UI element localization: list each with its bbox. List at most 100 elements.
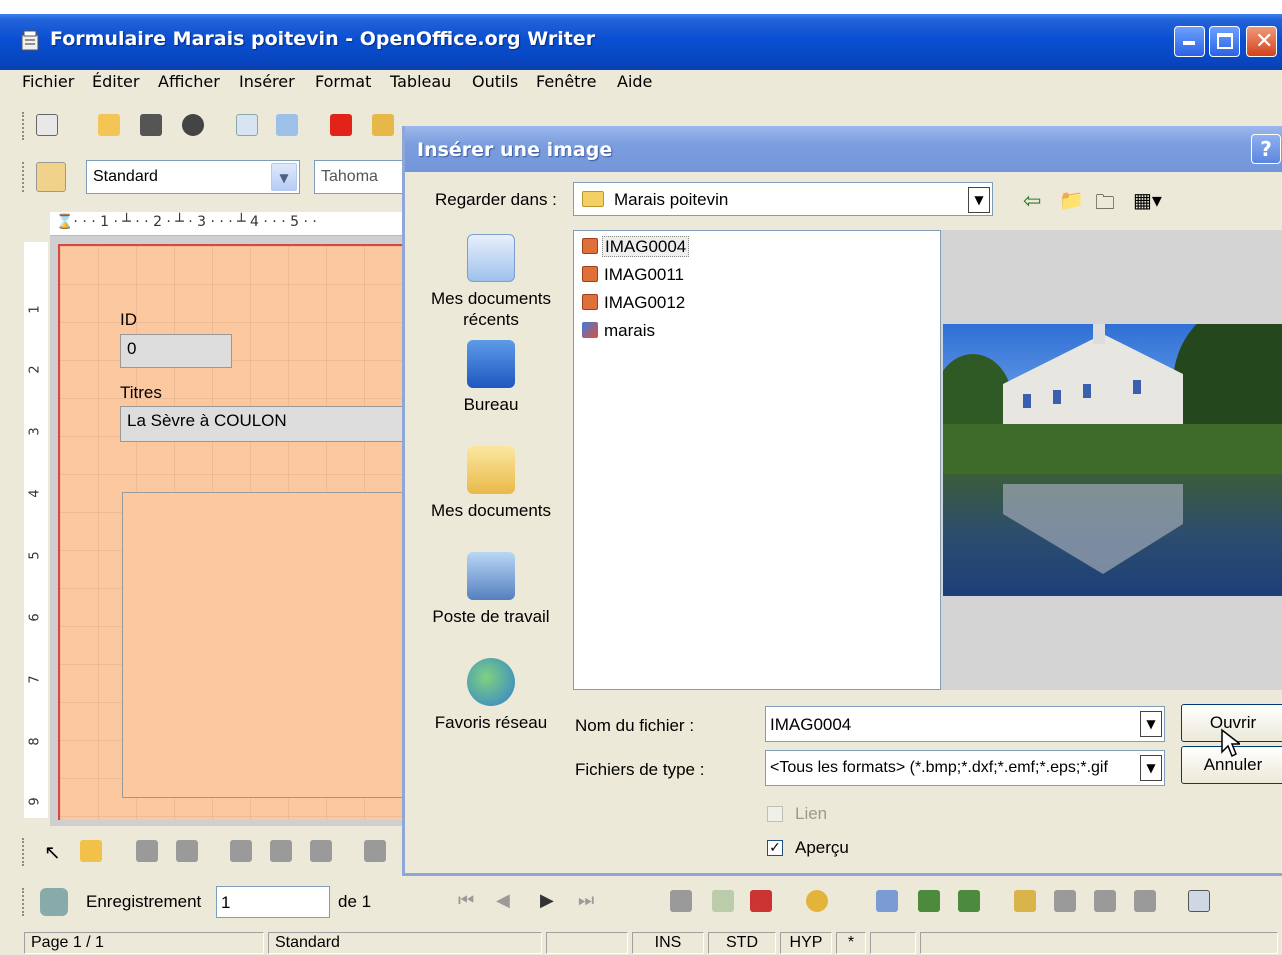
previous-record-icon[interactable]: ◀ bbox=[496, 890, 510, 911]
link-checkbox[interactable] bbox=[767, 806, 783, 822]
look-in-combo[interactable]: Marais poitevin ▼ bbox=[573, 182, 993, 216]
file-name-input[interactable]: IMAG0004 ▼ bbox=[765, 706, 1165, 742]
toolbar-grip[interactable] bbox=[22, 888, 26, 916]
image-preview bbox=[941, 230, 1282, 690]
image-file-icon bbox=[582, 294, 598, 310]
place-network[interactable]: Favoris réseau bbox=[421, 658, 561, 733]
preview-checkbox[interactable]: ✓ bbox=[767, 840, 783, 856]
back-arrow-icon[interactable]: ⇦ bbox=[1023, 188, 1041, 214]
menu-fenetre[interactable]: Fenêtre bbox=[536, 72, 597, 91]
new-document-icon[interactable] bbox=[36, 114, 58, 136]
id-field[interactable]: 0 bbox=[120, 334, 232, 368]
sort-descending-icon[interactable] bbox=[958, 890, 980, 912]
file-item-marais[interactable]: marais bbox=[582, 321, 657, 345]
status-bar: Page 1 / 1 Standard INS STD HYP * bbox=[0, 930, 1282, 955]
menu-tableau[interactable]: Tableau bbox=[390, 72, 451, 91]
last-record-icon[interactable]: ⏭ bbox=[578, 890, 594, 911]
menu-afficher[interactable]: Afficher bbox=[158, 72, 220, 91]
file-item-imag0011[interactable]: IMAG0011 bbox=[582, 265, 686, 289]
maximize-button[interactable] bbox=[1209, 26, 1240, 57]
close-document-icon[interactable] bbox=[182, 114, 204, 136]
font-name-value: Tahoma bbox=[321, 168, 378, 185]
place-my-documents[interactable]: Mes documents bbox=[421, 446, 561, 521]
apply-filter-icon[interactable] bbox=[1054, 890, 1076, 912]
preview-photo bbox=[943, 324, 1282, 596]
chevron-down-icon[interactable]: ▼ bbox=[1140, 755, 1162, 781]
file-item-imag0004[interactable]: IMAG0004 bbox=[582, 236, 690, 261]
menu-format[interactable]: Format bbox=[315, 72, 371, 91]
save-icon[interactable] bbox=[140, 114, 162, 136]
new-folder-icon[interactable]: 🗀 bbox=[1095, 188, 1115, 222]
status-zoom bbox=[546, 932, 628, 954]
paragraph-style-combo[interactable]: Standard ▼ bbox=[86, 160, 300, 194]
export-pdf-icon[interactable] bbox=[330, 114, 352, 136]
status-hyperlink-mode[interactable]: HYP bbox=[780, 932, 832, 954]
look-in-value: Marais poitevin bbox=[614, 190, 729, 209]
place-my-computer[interactable]: Poste de travail bbox=[421, 552, 561, 627]
chevron-down-icon[interactable]: ▼ bbox=[968, 187, 990, 213]
form-navigator-icon[interactable] bbox=[270, 840, 292, 862]
close-window-button[interactable]: ✕ bbox=[1246, 26, 1277, 57]
titres-field[interactable]: La Sèvre à COULON bbox=[120, 406, 410, 442]
edit-file-icon[interactable] bbox=[236, 114, 258, 136]
styles-formatting-icon[interactable] bbox=[36, 162, 66, 192]
status-insert-mode[interactable]: INS bbox=[632, 932, 704, 954]
minimize-button[interactable] bbox=[1174, 26, 1205, 57]
file-name: marais bbox=[604, 321, 656, 340]
file-list[interactable]: IMAG0004 IMAG0011 IMAG0012 marais bbox=[573, 230, 941, 690]
file-type-select[interactable]: <Tous les formats> (*.bmp;*.dxf;*.emf;*.… bbox=[765, 750, 1165, 786]
image-control[interactable] bbox=[122, 492, 412, 798]
menu-fichier[interactable]: Fichier bbox=[22, 72, 74, 91]
first-record-icon[interactable]: ⏮ bbox=[458, 890, 474, 911]
data-source-icon[interactable] bbox=[1188, 890, 1210, 912]
chevron-down-icon[interactable]: ▼ bbox=[1140, 711, 1162, 737]
autofilter-icon[interactable] bbox=[1014, 890, 1036, 912]
control-properties-icon[interactable] bbox=[176, 840, 198, 862]
open-folder-icon[interactable] bbox=[98, 114, 120, 136]
up-folder-icon[interactable]: 📁 bbox=[1059, 188, 1084, 213]
file-type-value: <Tous les formats> (*.bmp;*.dxf;*.emf;*.… bbox=[770, 759, 1108, 776]
find-record-icon[interactable] bbox=[40, 888, 68, 916]
menu-outils[interactable]: Outils bbox=[472, 72, 518, 91]
record-number-input[interactable]: 1 bbox=[216, 886, 330, 918]
menu-editer[interactable]: Éditer bbox=[92, 72, 139, 91]
form-properties-icon[interactable] bbox=[230, 840, 252, 862]
next-record-icon[interactable]: ▶ bbox=[540, 890, 554, 911]
delete-record-icon[interactable] bbox=[750, 890, 772, 912]
remove-filter-icon[interactable] bbox=[1134, 890, 1156, 912]
sort-ascending-icon[interactable] bbox=[918, 890, 940, 912]
font-name-combo[interactable]: Tahoma bbox=[314, 160, 404, 194]
toolbar-grip[interactable] bbox=[22, 838, 26, 866]
status-selection-mode[interactable]: STD bbox=[708, 932, 776, 954]
standard-filter-icon[interactable] bbox=[1094, 890, 1116, 912]
menu-aide[interactable]: Aide bbox=[617, 72, 652, 91]
view-menu-icon[interactable]: ▦▾ bbox=[1133, 188, 1162, 213]
toolbar-grip[interactable] bbox=[22, 112, 26, 140]
toolbar-grip[interactable] bbox=[22, 162, 26, 192]
place-recent-documents[interactable]: Mes documents récents bbox=[421, 234, 561, 330]
wizards-icon[interactable] bbox=[136, 840, 158, 862]
file-item-imag0012[interactable]: IMAG0012 bbox=[582, 293, 687, 317]
undo-record-icon[interactable] bbox=[712, 890, 734, 912]
image-file-icon bbox=[582, 238, 598, 254]
record-number-value: 1 bbox=[221, 893, 231, 912]
send-document-icon[interactable] bbox=[276, 114, 298, 136]
dialog-title: Insérer une image bbox=[417, 139, 613, 161]
file-name: IMAG0011 bbox=[604, 265, 685, 284]
place-desktop[interactable]: Bureau bbox=[421, 340, 561, 415]
help-button[interactable]: ? bbox=[1251, 134, 1281, 164]
design-mode-icon[interactable] bbox=[80, 840, 102, 862]
status-style[interactable]: Standard bbox=[268, 932, 542, 954]
place-label: Mes documents bbox=[431, 501, 551, 520]
print-icon[interactable] bbox=[372, 114, 394, 136]
chevron-down-icon[interactable]: ▼ bbox=[271, 163, 297, 191]
tab-order-icon[interactable] bbox=[310, 840, 332, 862]
open-in-design-icon[interactable] bbox=[364, 840, 386, 862]
sort-icon[interactable] bbox=[876, 890, 898, 912]
place-label: Poste de travail bbox=[432, 607, 550, 626]
select-arrow-icon[interactable]: ↖ bbox=[44, 840, 66, 864]
menu-inserer[interactable]: Insérer bbox=[239, 72, 295, 91]
titres-label: Titres bbox=[120, 383, 162, 402]
save-record-icon[interactable] bbox=[670, 890, 692, 912]
refresh-icon[interactable] bbox=[806, 890, 828, 912]
